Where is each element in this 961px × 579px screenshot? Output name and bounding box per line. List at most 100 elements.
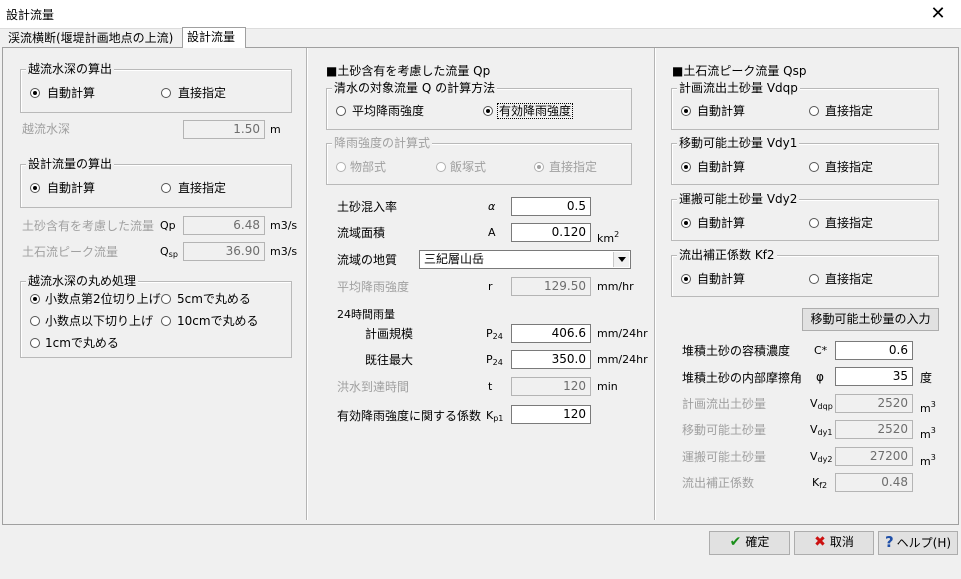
vdy2-symbol: Vdy2 — [810, 450, 833, 464]
rain-direct-label[interactable]: 直接指定 — [549, 160, 597, 174]
kf2-auto-label[interactable]: 自動計算 — [697, 272, 745, 286]
vdy1-direct-label[interactable]: 直接指定 — [825, 160, 873, 174]
qsp-unit: m3/s — [270, 245, 298, 258]
design-direct-label[interactable]: 直接指定 — [178, 181, 226, 195]
overflow-direct-radio[interactable] — [161, 88, 171, 98]
area-field[interactable]: 0.120 — [511, 223, 591, 242]
design-auto-radio[interactable] — [30, 183, 40, 193]
round-opt3-radio[interactable] — [30, 316, 40, 326]
vdy1-unit: m3 — [920, 426, 936, 441]
column-divider-right — [654, 48, 656, 520]
avg-rain-unit: mm/hr — [597, 280, 634, 293]
vdy1-field[interactable]: 2520 — [835, 420, 913, 439]
checkmark-icon: ✔ — [729, 534, 742, 550]
chevron-down-icon[interactable] — [613, 252, 629, 267]
vdy2-auto-label[interactable]: 自動計算 — [697, 216, 745, 230]
avg-rain-field[interactable]: 129.50 — [511, 277, 591, 296]
iizuka-radio[interactable] — [436, 162, 446, 172]
kp1-label: 有効降雨強度に関する係数 — [337, 409, 482, 423]
kf2-direct-radio[interactable] — [809, 274, 819, 284]
overflow-calc-group-title: 越流水深の算出 — [26, 62, 115, 76]
column-divider-left — [306, 48, 308, 520]
qp-label: 土砂含有を考慮した流量 — [22, 219, 155, 233]
round-opt4-label[interactable]: 10cmで丸める — [177, 314, 259, 328]
title-bar: 設計流量 ✕ — [0, 0, 961, 29]
vdqp-group-title: 計画流出土砂量 Vdqp — [677, 81, 800, 95]
monobe-label[interactable]: 物部式 — [350, 160, 386, 174]
vdqp-auto-label[interactable]: 自動計算 — [697, 104, 745, 118]
overflow-direct-label[interactable]: 直接指定 — [178, 86, 226, 100]
round-opt1-radio[interactable] — [30, 294, 40, 304]
monobe-radio[interactable] — [336, 162, 346, 172]
avg-rain-radio[interactable] — [336, 106, 346, 116]
round-opt4-radio[interactable] — [161, 316, 171, 326]
close-icon[interactable]: ✕ — [915, 0, 961, 28]
vdy1-group-title: 移動可能土砂量 Vdy1 — [677, 136, 800, 150]
vdy2-field[interactable]: 27200 — [835, 447, 913, 466]
avg-rain-option-label[interactable]: 平均降雨強度 — [352, 104, 424, 118]
vdy2-group-title: 運搬可能土砂量 Vdy2 — [677, 192, 800, 206]
rain-direct-radio[interactable] — [534, 162, 544, 172]
vdqp-symbol: Vdqp — [810, 397, 833, 411]
round-opt5-label[interactable]: 1cmで丸める — [45, 336, 119, 350]
vdy2-direct-label[interactable]: 直接指定 — [825, 216, 873, 230]
overflow-depth-field[interactable]: 1.50 — [183, 120, 265, 139]
alpha-field[interactable]: 0.5 — [511, 197, 591, 216]
qp-symbol: Qp — [160, 219, 176, 232]
tab-stream-cross-section[interactable]: 渓流横断(堰堤計画地点の上流) — [4, 30, 182, 47]
help-label: ヘルプ(H) — [896, 536, 952, 550]
eff-rain-radio[interactable] — [483, 106, 493, 116]
eff-rain-option-label[interactable]: 有効降雨強度 — [497, 103, 574, 119]
vdqp-auto-radio[interactable] — [681, 106, 691, 116]
help-button[interactable]: ? ヘルプ(H) — [878, 531, 958, 555]
vdy1-auto-radio[interactable] — [681, 162, 691, 172]
qp-unit: m3/s — [270, 219, 298, 232]
qsp-symbol: Qsp — [160, 245, 178, 259]
overflow-auto-label[interactable]: 自動計算 — [47, 86, 95, 100]
cancel-button[interactable]: ✖ 取消 — [794, 531, 874, 555]
vdy1-direct-radio[interactable] — [809, 162, 819, 172]
design-auto-label[interactable]: 自動計算 — [47, 181, 95, 195]
plan-scale-label: 計画規模 — [365, 327, 414, 341]
round-opt3-label[interactable]: 小数点以下切り上げ — [45, 314, 153, 328]
vdy2-direct-radio[interactable] — [809, 218, 819, 228]
rain24-label: 24時間雨量 — [337, 308, 395, 321]
kf2-field[interactable]: 0.48 — [835, 473, 913, 492]
tab-design-flow[interactable]: 設計流量 — [182, 27, 246, 48]
design-direct-radio[interactable] — [161, 183, 171, 193]
cstar-field[interactable]: 0.6 — [835, 341, 913, 360]
overflow-auto-radio[interactable] — [30, 88, 40, 98]
vdqp-field[interactable]: 2520 — [835, 394, 913, 413]
round-opt2-radio[interactable] — [161, 294, 171, 304]
alpha-symbol: α — [488, 200, 496, 213]
plan-scale-field[interactable]: 406.6 — [511, 324, 591, 343]
kf2-auto-radio[interactable] — [681, 274, 691, 284]
geology-selected: 三紀層山岳 — [424, 252, 485, 266]
alpha-label: 土砂混入率 — [337, 200, 398, 214]
kp1-field[interactable]: 120 — [511, 405, 591, 424]
vdqp-direct-radio[interactable] — [809, 106, 819, 116]
qp-section-heading: ■土砂含有を考慮した流量 Qp — [326, 64, 491, 78]
iizuka-label[interactable]: 飯塚式 — [450, 160, 486, 174]
avg-rain-symbol: r — [488, 280, 493, 293]
vdy1-auto-label[interactable]: 自動計算 — [697, 160, 745, 174]
phi-field[interactable]: 35 — [835, 367, 913, 386]
ok-label: 確定 — [745, 535, 770, 549]
geology-select[interactable]: 三紀層山岳 — [419, 250, 631, 269]
kf2-group-title: 流出補正係数 Kf2 — [677, 248, 777, 262]
round-opt1-label[interactable]: 小数点第2位切り上げ — [45, 292, 161, 306]
overflow-depth-unit: m — [270, 123, 281, 136]
flood-time-label: 洪水到達時間 — [337, 380, 410, 394]
vdqp-direct-label[interactable]: 直接指定 — [825, 104, 873, 118]
qp-field[interactable]: 6.48 — [183, 216, 265, 235]
past-max-field[interactable]: 350.0 — [511, 350, 591, 369]
flood-time-field[interactable]: 120 — [511, 377, 591, 396]
vdy2-auto-radio[interactable] — [681, 218, 691, 228]
round-opt2-label[interactable]: 5cmで丸める — [177, 292, 251, 306]
kf2-direct-label[interactable]: 直接指定 — [825, 272, 873, 286]
kf2-label: 流出補正係数 — [682, 476, 755, 490]
ok-button[interactable]: ✔ 確定 — [709, 531, 790, 555]
qsp-field[interactable]: 36.90 — [183, 242, 265, 261]
input-movable-sediment-button[interactable]: 移動可能土砂量の入力 — [802, 308, 939, 331]
round-opt5-radio[interactable] — [30, 338, 40, 348]
